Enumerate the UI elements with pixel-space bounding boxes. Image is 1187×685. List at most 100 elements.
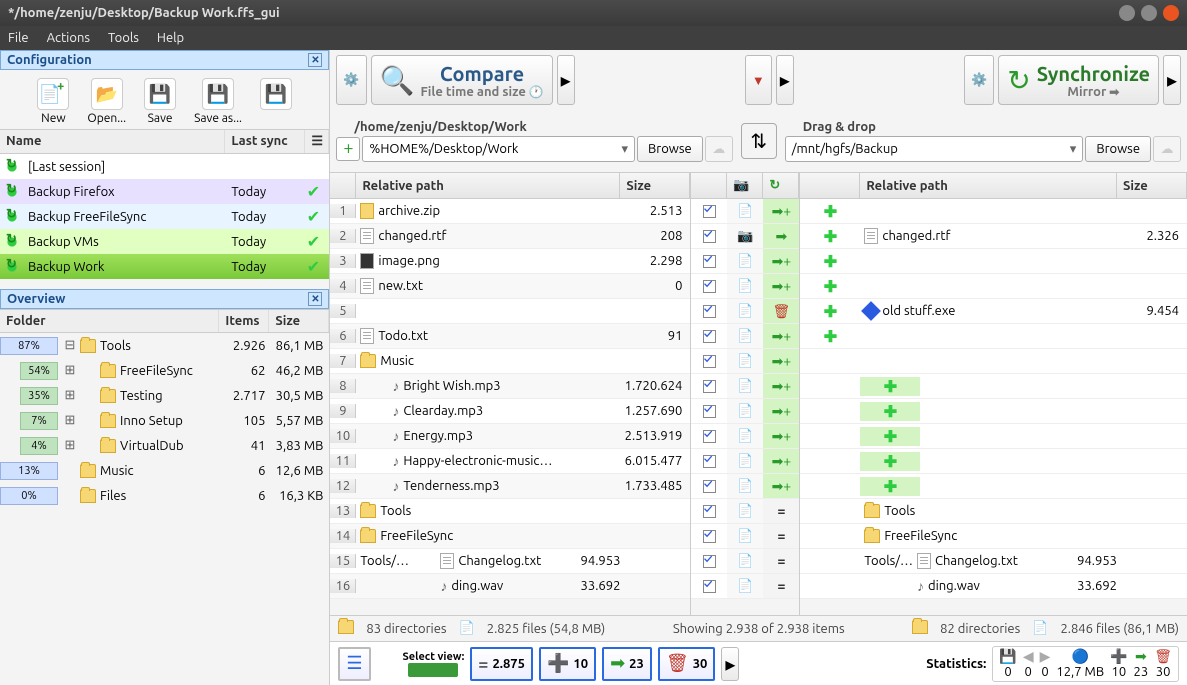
view-equal-button[interactable]: =2.875 — [470, 647, 533, 681]
left-cloud-icon[interactable]: ☁ — [705, 136, 733, 162]
include-checkbox[interactable] — [703, 380, 716, 393]
view-create-button[interactable]: ➕10 — [539, 647, 596, 681]
file-row[interactable]: 15 Tools/…Changelog.txt94.953 — [330, 549, 690, 574]
overview-row[interactable]: 87% ⊟ Tools 2.92686,1 MB — [0, 333, 329, 358]
overview-row[interactable]: 4% ⊞ VirtualDub 413,83 MB — [0, 433, 329, 458]
close-button[interactable] — [1163, 5, 1179, 21]
col-name[interactable]: Name — [0, 130, 225, 153]
col-size-right[interactable]: Size — [1117, 173, 1187, 198]
file-row[interactable]: 4 new.txt 0 — [330, 274, 690, 299]
file-row[interactable]: ✚ — [800, 249, 1187, 274]
expand-icon[interactable]: ⊞ — [60, 413, 80, 428]
file-row[interactable]: ✚ changed.rtf 2.326 — [800, 224, 1187, 249]
file-row[interactable]: ✚ — [800, 424, 1187, 449]
expand-icon[interactable]: ⊞ — [60, 438, 80, 453]
add-pair-button[interactable]: + — [336, 137, 360, 161]
compare-button[interactable]: 🔍 CompareFile time and size 🕐 — [371, 55, 553, 105]
right-cloud-icon[interactable]: ☁ — [1153, 136, 1181, 162]
close-overview-icon[interactable]: ✕ — [308, 292, 322, 306]
include-checkbox[interactable] — [703, 405, 716, 418]
action-row[interactable]: 📄 = — [691, 524, 799, 549]
col-size[interactable]: Size — [269, 310, 329, 332]
right-path-input[interactable]: /mnt/hgfs/Backup▾ — [785, 136, 1084, 162]
file-row[interactable]: 16 ♪ding.wav33.692 — [330, 574, 690, 599]
file-row[interactable]: ♪ding.wav33.692 — [800, 574, 1187, 599]
action-row[interactable]: 📄 🗑 — [691, 299, 799, 324]
action-row[interactable]: 📄 = — [691, 574, 799, 599]
include-checkbox[interactable] — [703, 255, 716, 268]
action-row[interactable]: 📄 ➡+ — [691, 374, 799, 399]
file-row[interactable]: ✚ — [800, 374, 1187, 399]
filter-button[interactable]: ▼ — [745, 55, 772, 105]
action-icon[interactable]: = — [763, 574, 799, 599]
file-row[interactable]: 1 archive.zip 2.513 — [330, 199, 690, 224]
include-checkbox[interactable] — [703, 555, 716, 568]
view-delete-button[interactable]: 🗑30 — [658, 647, 716, 681]
new-button[interactable]: 📄+New — [31, 76, 75, 127]
menu-actions[interactable]: Actions — [47, 31, 90, 45]
compare-settings-button[interactable]: ⚙️ — [336, 55, 366, 105]
menu-tools[interactable]: Tools — [108, 31, 139, 45]
col-items[interactable]: Items — [219, 310, 269, 332]
save-batch-button[interactable]: 💾 — [254, 76, 298, 127]
expand-icon[interactable]: ⊞ — [60, 363, 80, 378]
include-checkbox[interactable] — [703, 230, 716, 243]
include-checkbox[interactable] — [703, 580, 716, 593]
file-row[interactable]: 12 ♪Tenderness.mp3 1.733.485 — [330, 474, 690, 499]
view-list-button[interactable]: ☰ — [338, 647, 370, 681]
sync-direction-icon[interactable]: ↻ — [763, 173, 799, 198]
action-row[interactable]: 📄 = — [691, 499, 799, 524]
view-update-button[interactable]: ➡23 — [602, 647, 652, 681]
overview-row[interactable]: 0% Files 616,3 KB — [0, 483, 329, 508]
category-icon[interactable]: 📷 — [727, 173, 763, 198]
action-row[interactable]: 📄 ➡+ — [691, 474, 799, 499]
action-row[interactable]: 📄 ➡+ — [691, 449, 799, 474]
action-icon[interactable]: = — [763, 499, 799, 524]
filter-dropdown[interactable]: ▸ — [776, 55, 794, 105]
col-relpath-left[interactable]: Relative path — [356, 173, 620, 198]
action-row[interactable]: 📄 ➡+ — [691, 199, 799, 224]
action-icon[interactable]: ➡+ — [763, 474, 799, 499]
overview-row[interactable]: 35% ⊞ Testing 2.71730,5 MB — [0, 383, 329, 408]
action-icon[interactable]: ➡+ — [763, 399, 799, 424]
minimize-button[interactable] — [1119, 5, 1135, 21]
include-checkbox[interactable] — [703, 430, 716, 443]
include-checkbox[interactable] — [703, 355, 716, 368]
maximize-button[interactable] — [1141, 5, 1157, 21]
action-icon[interactable]: ➡+ — [763, 349, 799, 374]
file-row[interactable]: 7 Music — [330, 349, 690, 374]
close-panel-icon[interactable]: ✕ — [308, 53, 322, 67]
action-icon[interactable]: ➡+ — [763, 424, 799, 449]
file-row[interactable]: 5 — [330, 299, 690, 324]
file-row[interactable]: ✚ — [800, 474, 1187, 499]
action-icon[interactable]: ➡+ — [763, 249, 799, 274]
file-row[interactable]: 3 image.png 2.298 — [330, 249, 690, 274]
action-icon[interactable]: ➡+ — [763, 374, 799, 399]
expand-icon[interactable]: ⊞ — [60, 388, 80, 403]
open-button[interactable]: 📂Open... — [81, 76, 132, 127]
left-path-input[interactable]: %HOME%/Desktop/Work▾ — [362, 136, 635, 162]
include-checkbox[interactable] — [703, 455, 716, 468]
right-browse-button[interactable]: Browse — [1085, 136, 1151, 162]
file-row[interactable]: 8 ♪Bright Wish.mp3 1.720.624 — [330, 374, 690, 399]
overview-row[interactable]: 13% Music 612,6 MB — [0, 458, 329, 483]
file-row[interactable]: Tools/…Changelog.txt94.953 — [800, 549, 1187, 574]
action-row[interactable]: 📄 ➡+ — [691, 424, 799, 449]
action-row[interactable]: 📄 ➡+ — [691, 274, 799, 299]
col-options-icon[interactable]: ☰ — [305, 130, 329, 153]
compare-dropdown[interactable]: ▸ — [557, 55, 575, 105]
swap-sides-button[interactable]: ⇅ — [741, 123, 777, 159]
action-icon[interactable]: ➡ — [763, 224, 799, 249]
view-more-button[interactable]: ▸ — [721, 647, 739, 681]
col-lastsync[interactable]: Last sync — [225, 130, 305, 153]
file-row[interactable]: 2 changed.rtf 208 — [330, 224, 690, 249]
config-item[interactable]: [Last session] — [0, 154, 329, 179]
menu-file[interactable]: File — [8, 31, 29, 45]
file-row[interactable]: FreeFileSync — [800, 524, 1187, 549]
action-row[interactable]: 📄 ➡+ — [691, 324, 799, 349]
chevron-down-icon[interactable]: ▾ — [1070, 142, 1077, 157]
select-view-toggle[interactable] — [408, 663, 458, 677]
action-row[interactable]: 📷 ➡ — [691, 224, 799, 249]
action-icon[interactable]: ➡+ — [763, 324, 799, 349]
file-row[interactable]: ✚ — [800, 449, 1187, 474]
